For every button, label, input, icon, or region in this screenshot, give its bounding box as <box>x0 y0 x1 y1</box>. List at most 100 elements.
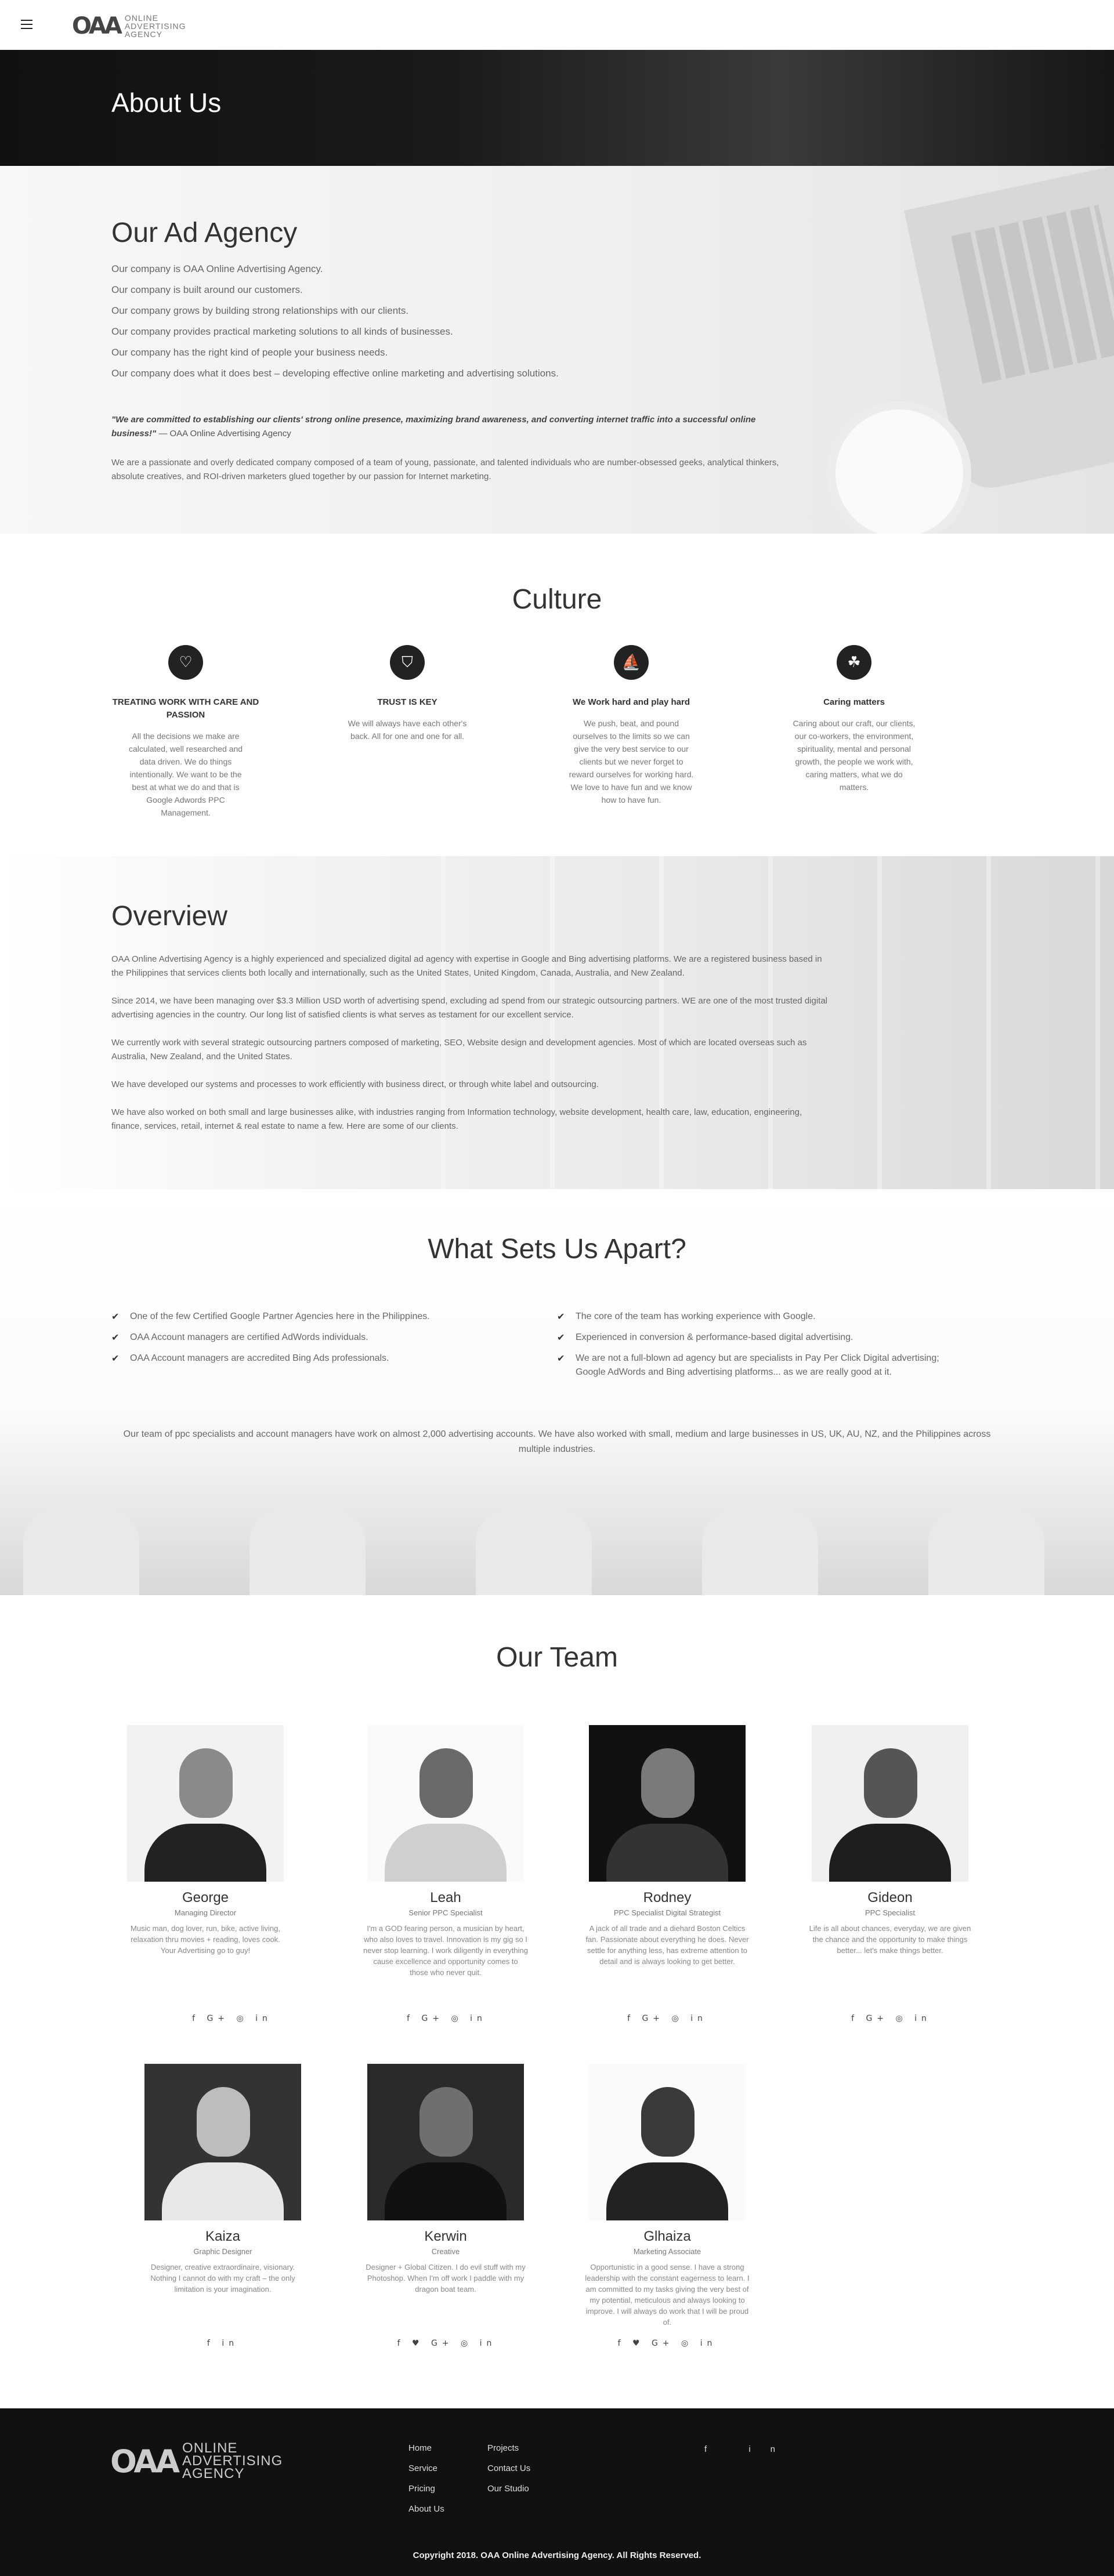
member-bio: Designer + Global Citizen. I do evil stu… <box>366 2263 526 2294</box>
culture-title: Culture <box>512 584 602 615</box>
member-social-links[interactable]: f G+ ◎ in <box>334 2014 1114 2023</box>
member-bio: Music man, dog lover, run, bike, active … <box>131 1924 280 1955</box>
culture-item-title: Caring matters <box>823 697 885 707</box>
agency-line: Our company has the right kind of people… <box>111 347 388 358</box>
footer-logo[interactable]: OAA ONLINE ADVERTISING AGENCY <box>110 2441 283 2481</box>
apart-list-item: ✔ The core of the team has working experi… <box>557 1310 963 1324</box>
member-role: PPC Specialist <box>865 1908 915 1917</box>
check-icon: ✔ <box>111 1311 120 1322</box>
member-name: George <box>182 1890 229 1905</box>
team-title: Our Team <box>496 1642 618 1673</box>
footer-link-about[interactable]: About Us <box>408 2504 444 2514</box>
overview-paragraphs: OAA Online Advertising Agency is a highl… <box>111 952 829 1147</box>
culture-item-title: TRUST IS KEY <box>377 697 437 707</box>
apart-item-text: We are not a full-blown ad agency but ar… <box>576 1353 939 1377</box>
member-role: Marketing Associate <box>633 2247 701 2256</box>
page: OAA ONLINE ADVERTISING AGENCY About Us O… <box>0 0 1114 2576</box>
apart-list-left: ✔ One of the few Certified Google Partner… <box>111 1310 518 1372</box>
member-photo <box>367 2064 524 2220</box>
culture-item: ⛵ We Work hard and play hard We push, be… <box>556 645 707 806</box>
member-social-links[interactable]: f ♥ G+ ◎ in <box>110 2339 1114 2348</box>
quote-author: — OAA Online Advertising Agency <box>158 429 291 439</box>
team-section: Our Team George Managing Director Music … <box>0 1595 1114 2408</box>
footer-link-projects[interactable]: Projects <box>487 2443 530 2453</box>
member-name: Gideon <box>867 1890 913 1905</box>
overview-section: Overview OAA Online Advertising Agency i… <box>0 856 1114 1189</box>
footer-nav-col-2: Projects Contact Us Our Studio <box>487 2443 530 2504</box>
apart-item-text: One of the few Certified Google Partner … <box>130 1311 430 1321</box>
copyright-text: Copyright 2018. OAA Online Advertising A… <box>413 2550 701 2560</box>
apart-list-item: ✔ Experienced in conversion & performance… <box>557 1331 963 1345</box>
logo-text: ONLINE ADVERTISING AGENCY <box>125 14 186 38</box>
apart-list-right: ✔ The core of the team has working experi… <box>557 1310 963 1386</box>
check-icon: ✔ <box>111 1353 120 1364</box>
member-photo <box>812 1725 968 1882</box>
member-role: Creative <box>431 2247 460 2256</box>
coffee-cup-image <box>836 410 963 537</box>
member-role: Senior PPC Specialist <box>408 1908 483 1917</box>
agency-line: Our company does what it does best – dev… <box>111 368 559 379</box>
apart-paragraph: Our team of ppc specialists and account … <box>123 1429 991 1454</box>
member-photo <box>589 1725 746 1882</box>
check-icon: ✔ <box>111 1332 120 1343</box>
culture-item: ♡ TREATING WORK WITH CARE AND PASSION Al… <box>110 645 261 819</box>
agency-title: Our Ad Agency <box>111 218 298 248</box>
footer-nav-col-1: Home Service Pricing About Us <box>408 2443 444 2524</box>
footer-link-home[interactable]: Home <box>408 2443 444 2453</box>
site-footer: OAA ONLINE ADVERTISING AGENCY Home Servi… <box>0 2408 1114 2576</box>
member-photo <box>144 2064 301 2220</box>
page-hero: About Us <box>0 50 1114 166</box>
logo-line: AGENCY <box>124 30 162 39</box>
agency-quote: "We are committed to establishing our cl… <box>111 413 784 441</box>
overview-title: Overview <box>111 901 228 932</box>
apart-section: What Sets Us Apart? ✔ One of the few Cert… <box>0 1189 1114 1595</box>
apart-item-text: Experienced in conversion & performance-… <box>576 1332 853 1342</box>
culture-item-text: We will always have each other's back. A… <box>348 719 467 741</box>
facebook-icon[interactable]: f <box>704 2444 726 2454</box>
linkedin-icon[interactable]: in <box>748 2444 795 2454</box>
member-name: Kaiza <box>205 2229 241 2244</box>
footer-logo-text: ONLINE ADVERTISING AGENCY <box>182 2441 283 2481</box>
apart-list-item: ✔ We are not a full-blown ad agency but a… <box>557 1352 963 1379</box>
agency-paragraph: We are a passionate and overly dedicated… <box>111 458 779 481</box>
agency-line: Our company provides practical marketing… <box>111 326 453 337</box>
team-member-card: Rodney PPC Specialist Digital Strategist… <box>580 1725 754 1967</box>
site-logo[interactable]: OAA ONLINE ADVERTISING AGENCY <box>72 13 186 39</box>
apart-list-item: ✔ One of the few Certified Google Partner… <box>111 1310 518 1324</box>
team-member-card: Gideon PPC Specialist Life is all about … <box>803 1725 977 1956</box>
agency-lines: Our company is OAA Online Advertising Ag… <box>111 259 559 384</box>
handshake-icon: ☘ <box>837 645 871 680</box>
culture-item-title: TREATING WORK WITH CARE AND PASSION <box>112 697 259 720</box>
culture-item: ⛉ TRUST IS KEY We will always have each … <box>332 645 483 742</box>
member-name: Rodney <box>643 1890 692 1905</box>
overview-paragraph: We have also worked on both small and la… <box>111 1107 802 1131</box>
check-icon: ✔ <box>557 1311 565 1322</box>
boat-icon: ⛵ <box>614 645 649 680</box>
apart-list-item: ✔ OAA Account managers are accredited Bin… <box>111 1352 518 1365</box>
culture-item-title: We Work hard and play hard <box>573 697 690 707</box>
member-photo <box>127 1725 284 1882</box>
footer-link-studio[interactable]: Our Studio <box>487 2484 530 2494</box>
logo-mark: OAA <box>72 13 122 39</box>
check-icon: ✔ <box>557 1353 565 1364</box>
hamburger-icon[interactable] <box>21 20 32 29</box>
member-role: Managing Director <box>174 1908 237 1917</box>
heart-icon: ♡ <box>168 645 203 680</box>
overview-paragraph: We have developed our systems and proces… <box>111 1079 599 1089</box>
team-member-card: Leah Senior PPC Specialist I'm a GOD fea… <box>359 1725 533 1978</box>
apart-list-item: ✔ OAA Account managers are certified AdWo… <box>111 1331 518 1345</box>
apart-item-text: The core of the team has working experie… <box>576 1311 816 1321</box>
agency-section: Our Ad Agency Our company is OAA Online … <box>0 166 1114 537</box>
apart-title: What Sets Us Apart? <box>428 1234 686 1265</box>
culture-item-text: Caring about our craft, our clients, our… <box>793 719 916 792</box>
page-title: About Us <box>111 88 222 118</box>
footer-link-pricing[interactable]: Pricing <box>408 2484 444 2494</box>
shield-icon: ⛉ <box>390 645 425 680</box>
member-photo <box>367 1725 524 1882</box>
team-member-card: Kaiza Graphic Designer Designer, creativ… <box>136 2064 310 2295</box>
footer-link-contact[interactable]: Contact Us <box>487 2463 530 2473</box>
apart-item-text: OAA Account managers are certified AdWor… <box>130 1332 368 1342</box>
member-bio: Life is all about chances, everyday, we … <box>809 1924 971 1955</box>
footer-link-service[interactable]: Service <box>408 2463 444 2473</box>
chairs-background-image <box>0 1497 1114 1595</box>
